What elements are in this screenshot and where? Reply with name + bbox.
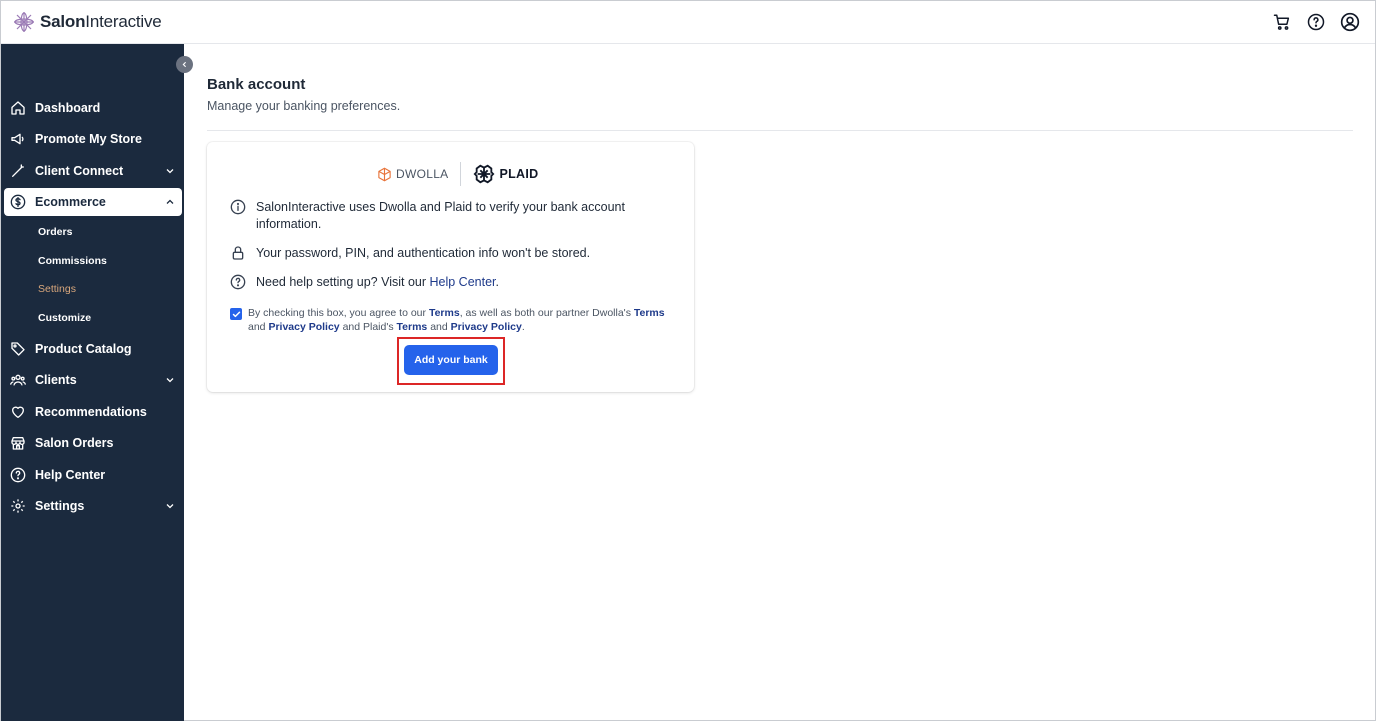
plaid-terms-link[interactable]: Terms [397,321,428,333]
sidebar-item-help-center[interactable]: Help Center [4,461,182,489]
sidebar-item-promote-my-store[interactable]: Promote My Store [4,125,182,153]
chevron-down-icon [164,165,176,177]
heart-icon [10,404,26,420]
sidebar-subitem-customize[interactable]: Customize [38,312,91,324]
info-storage: Your password, PIN, and authentication i… [230,245,656,262]
chevron-left-icon [182,61,187,68]
partner-logos: DWOLLA PLAID [377,162,538,186]
consent-text: By checking this box, you agree to our T… [248,307,665,333]
help-icon[interactable] [1305,11,1327,33]
sidebar-item-label: Ecommerce [35,195,106,209]
sidebar-item-label: Recommendations [35,405,147,419]
sidebar-item-label: Client Connect [35,164,124,178]
sidebar: Dashboard Promote My Store Client Connec… [1,44,184,721]
dwolla-terms-link[interactable]: Terms [634,307,665,319]
plaid-logo: PLAID [473,163,538,185]
account-icon[interactable] [1339,11,1361,33]
partner-separator [460,162,462,186]
sidebar-item-label: Product Catalog [35,342,132,356]
chevron-down-icon [164,500,176,512]
lock-icon [230,245,246,261]
terms-link[interactable]: Terms [429,307,460,319]
bank-account-card: DWOLLA PLAID SalonInteractive uses Dwoll… [207,142,694,392]
sidebar-item-label: Settings [35,499,85,513]
sidebar-item-salon-orders[interactable]: Salon Orders [4,429,182,457]
sidebar-item-clients[interactable]: Clients [4,366,182,394]
sidebar-item-label: Dashboard [35,101,101,115]
megaphone-icon [10,131,26,147]
sidebar-item-ecommerce[interactable]: Ecommerce [4,188,182,216]
dwolla-logo: DWOLLA [377,167,448,182]
page-title: Bank account [207,76,306,93]
plaid-privacy-link[interactable]: Privacy Policy [451,321,522,333]
sidebar-subitem-settings[interactable]: Settings [38,283,76,295]
sidebar-subitem-commissions[interactable]: Commissions [38,255,107,267]
users-icon [10,372,26,388]
sidebar-item-label: Clients [35,373,77,387]
brand-logo[interactable]: SalonInteractive [12,10,162,34]
info-verify: SalonInteractive uses Dwolla and Plaid t… [230,199,656,233]
wand-icon [10,163,26,179]
logo-icon [14,12,34,32]
plaid-icon [474,164,495,184]
dwolla-icon [378,167,391,181]
brand-name: SalonInteractive [40,12,162,31]
sidebar-item-label: Help Center [35,468,106,482]
checkmark-icon [232,311,240,317]
divider [207,130,1353,131]
chevron-up-icon [164,196,176,208]
home-icon [10,100,26,116]
chevron-down-icon [164,374,176,386]
dwolla-privacy-link[interactable]: Privacy Policy [268,321,339,333]
page-subtitle: Manage your banking preferences. [207,99,401,113]
dollar-circle-icon [10,194,26,210]
help-center-link[interactable]: Help Center [430,275,496,289]
gear-icon [10,498,26,514]
sidebar-item-recommendations[interactable]: Recommendations [4,398,182,426]
consent-checkbox[interactable] [230,308,242,320]
add-bank-button[interactable]: Add your bank [404,345,498,375]
sidebar-collapse-button[interactable] [176,56,193,73]
cart-icon[interactable] [1271,11,1293,33]
sidebar-item-dashboard[interactable]: Dashboard [4,94,182,122]
info-icon [230,199,246,215]
sidebar-subitem-orders[interactable]: Orders [38,226,72,238]
top-bar: SalonInteractive [1,1,1375,44]
sidebar-item-settings[interactable]: Settings [4,492,182,520]
sidebar-item-product-catalog[interactable]: Product Catalog [4,335,182,363]
help-icon [10,467,26,483]
sidebar-item-client-connect[interactable]: Client Connect [4,157,182,185]
store-icon [10,435,26,451]
help-icon [230,274,246,290]
sidebar-item-label: Salon Orders [35,436,114,450]
consent-row: By checking this box, you agree to our T… [230,306,678,334]
info-help: Need help setting up? Visit our Help Cen… [230,274,656,291]
sidebar-item-label: Promote My Store [35,132,142,146]
tag-icon [10,341,26,357]
